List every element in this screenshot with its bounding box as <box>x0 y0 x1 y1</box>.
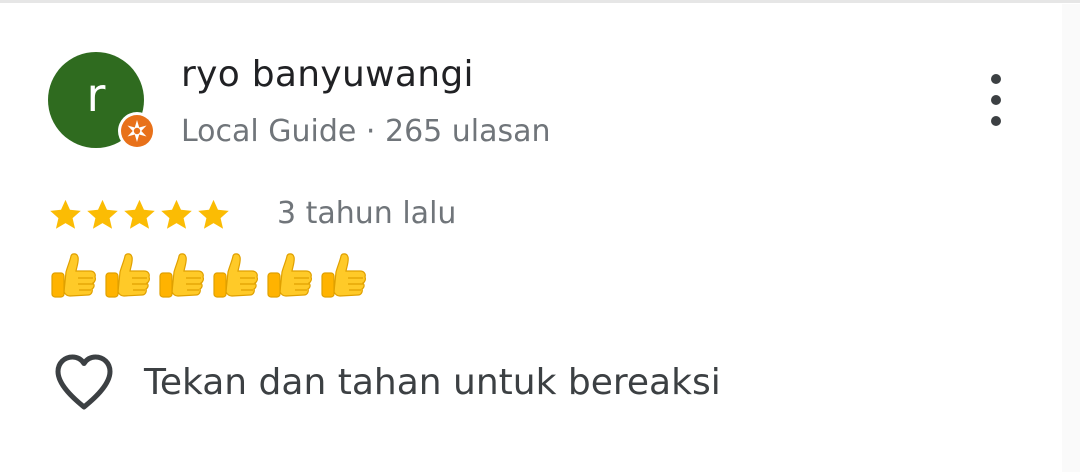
more-vert-icon-dot <box>991 116 1001 126</box>
top-divider <box>0 0 1080 3</box>
avatar-initial: r <box>86 68 106 122</box>
more-vert-icon-dot <box>991 95 1001 105</box>
thumbs-up-icon <box>267 253 312 298</box>
reviewer-meta: Local Guide · 265 ulasan <box>181 114 551 149</box>
reviewer-name[interactable]: ryo banyuwangi <box>181 54 474 95</box>
review-time: 3 tahun lalu <box>277 196 457 231</box>
thumbs-up-icon <box>51 253 96 298</box>
star-icon <box>50 199 81 229</box>
star-icon <box>87 199 118 229</box>
star-rating <box>47 195 232 235</box>
review-text <box>48 252 368 308</box>
more-vert-icon <box>991 74 1001 84</box>
star-icon <box>161 199 192 229</box>
review-card: r ryo banyuwangi Local Guide · 265 ulasa… <box>0 0 1080 472</box>
react-button[interactable]: Tekan dan tahan untuk bereaksi <box>52 352 721 412</box>
react-label: Tekan dan tahan untuk bereaksi <box>144 361 721 403</box>
star-icon <box>198 199 229 229</box>
more-options-button[interactable] <box>976 74 1016 126</box>
thumbs-up-icon <box>213 253 258 298</box>
local-guide-badge-icon <box>118 112 156 150</box>
heart-outline-icon <box>55 354 113 410</box>
scrollbar-track[interactable] <box>1062 4 1080 472</box>
thumbs-up-icon <box>321 253 366 298</box>
thumbs-up-icon <box>105 253 150 298</box>
star-icon <box>124 199 155 229</box>
thumbs-up-icon <box>159 253 204 298</box>
